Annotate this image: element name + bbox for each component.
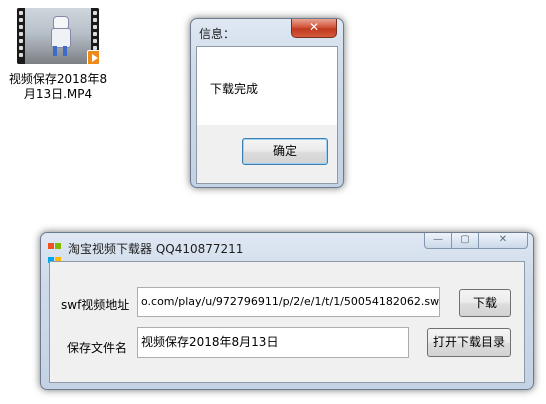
app-client-area: swf视频地址 o.com/play/u/972796911/p/2/e/1/t… xyxy=(49,261,525,383)
filename-label: 保存文件名 xyxy=(67,341,128,355)
window-close-button[interactable]: ✕ xyxy=(478,233,528,249)
desktop-video-file[interactable]: 视频保存2018年8月13日.MP4 xyxy=(8,8,108,102)
message-box-client-area: 下载完成 确定 xyxy=(196,46,338,184)
file-name-label: 视频保存2018年8月13日.MP4 xyxy=(8,72,108,101)
ok-button[interactable]: 确定 xyxy=(242,138,328,165)
media-player-badge-icon xyxy=(87,50,99,64)
minimize-button[interactable]: — xyxy=(424,233,452,249)
filename-input[interactable]: 视频保存2018年8月13日 xyxy=(137,327,409,358)
video-thumbnail-icon xyxy=(17,8,99,64)
thumbnail-image xyxy=(25,8,91,64)
maximize-button[interactable]: ▢ xyxy=(451,233,479,249)
download-button[interactable]: 下载 xyxy=(459,289,511,317)
message-text: 下载完成 xyxy=(210,82,259,96)
url-label: swf视频地址 xyxy=(61,298,130,312)
message-box-close-button[interactable]: ✕ xyxy=(291,19,337,38)
downloader-window: 淘宝视频下载器 QQ410877211 — ▢ ✕ swf视频地址 o.com/… xyxy=(40,232,534,390)
message-box-title: 信息： xyxy=(199,27,236,41)
app-window-title: 淘宝视频下载器 QQ410877211 xyxy=(68,242,244,256)
open-download-dir-button[interactable]: 打开下载目录 xyxy=(427,328,511,357)
film-strip-left xyxy=(17,8,25,64)
message-box-window: 信息： ✕ 下载完成 确定 xyxy=(190,18,344,188)
url-input[interactable]: o.com/play/u/972796911/p/2/e/1/t/1/50054… xyxy=(137,287,440,317)
app-logo-icon xyxy=(48,240,62,263)
